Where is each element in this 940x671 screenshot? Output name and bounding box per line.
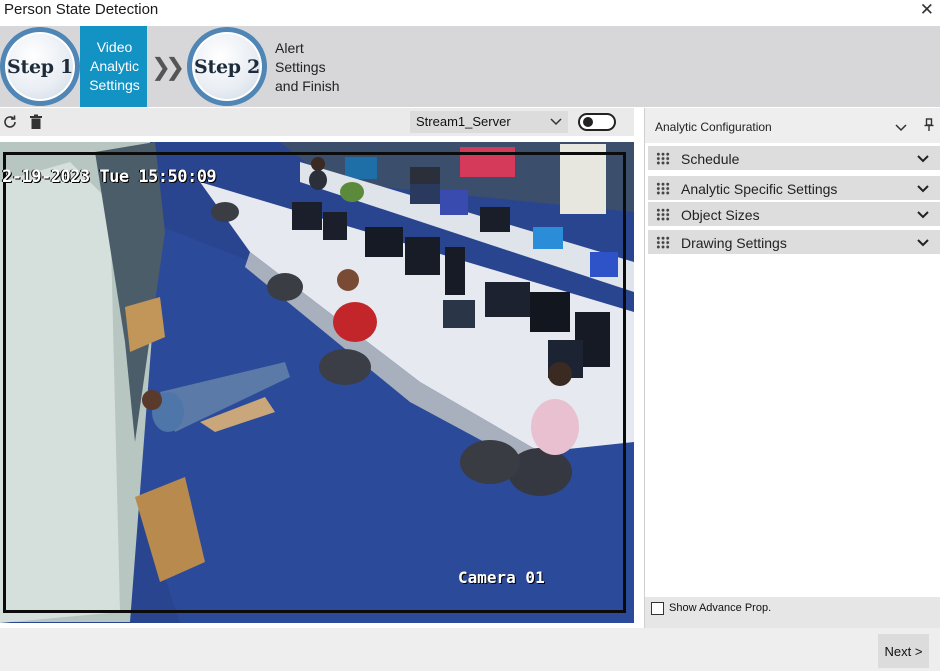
camera-label: Camera 01 — [458, 568, 545, 587]
pin-icon[interactable] — [924, 118, 934, 137]
show-advance-checkbox[interactable] — [651, 602, 664, 615]
section-object-sizes[interactable]: Object Sizes — [648, 202, 940, 226]
section-label: Object Sizes — [681, 207, 760, 223]
config-panel-footer: Show Advance Prop. — [645, 597, 940, 628]
next-button[interactable]: Next > — [878, 634, 929, 668]
config-panel-header: Analytic Configuration — [645, 108, 940, 143]
chevron-down-icon[interactable] — [917, 235, 929, 253]
video-timestamp: 2-19-2023 Tue 15:50:09 — [2, 167, 217, 187]
step-1-label[interactable]: Video Analytic Settings — [80, 26, 147, 107]
drag-grip-icon[interactable] — [656, 182, 670, 195]
drag-grip-icon[interactable] — [656, 236, 670, 249]
window-title: Person State Detection — [4, 1, 159, 18]
chevron-down-icon[interactable] — [917, 207, 929, 225]
detection-region-outline — [3, 152, 626, 613]
close-icon[interactable]: ✕ — [920, 0, 934, 20]
section-schedule[interactable]: Schedule — [648, 146, 940, 170]
section-drawing-settings[interactable]: Drawing Settings — [648, 230, 940, 254]
chevron-down-icon — [550, 115, 562, 130]
chevron-down-icon[interactable] — [917, 181, 929, 199]
analytic-config-panel: Analytic Configuration Schedule Analytic… — [644, 108, 940, 628]
delete-icon[interactable] — [27, 113, 45, 131]
section-label: Drawing Settings — [681, 235, 787, 251]
chevron-down-icon[interactable] — [917, 151, 929, 169]
step-2-badge-text: Step 2 — [194, 55, 260, 78]
wizard-steps: Step 1 Video Analytic Settings ❯❯ Step 2… — [0, 26, 940, 107]
section-label: Analytic Specific Settings — [681, 181, 838, 197]
step-2-label[interactable]: Alert Settings and Finish — [275, 39, 347, 96]
show-advance-label: Show Advance Prop. — [669, 602, 772, 614]
drag-grip-icon[interactable] — [656, 152, 670, 165]
stream-select-value: Stream1_Server — [416, 114, 511, 129]
config-panel-title: Analytic Configuration — [655, 120, 772, 134]
stream-select[interactable]: Stream1_Server — [410, 111, 568, 133]
step-2-badge[interactable]: Step 2 — [187, 27, 267, 106]
drag-grip-icon[interactable] — [656, 208, 670, 221]
title-bar: Person State Detection ✕ — [0, 0, 940, 22]
camera-video-view[interactable]: 2-19-2023 Tue 15:50:09 Camera 01 — [0, 142, 634, 623]
section-analytic-specific-settings[interactable]: Analytic Specific Settings — [648, 176, 940, 200]
step-1-badge-text: Step 1 — [7, 55, 73, 78]
video-toolbar: Stream1_Server — [0, 108, 634, 136]
chevron-down-icon[interactable] — [895, 120, 907, 138]
section-label: Schedule — [681, 151, 740, 167]
wizard-footer: Next > — [0, 628, 940, 671]
double-chevron-icon: ❯❯ — [151, 54, 185, 81]
stream-toggle[interactable] — [578, 113, 616, 131]
step-1-badge[interactable]: Step 1 — [0, 27, 80, 106]
refresh-icon[interactable] — [1, 113, 19, 131]
